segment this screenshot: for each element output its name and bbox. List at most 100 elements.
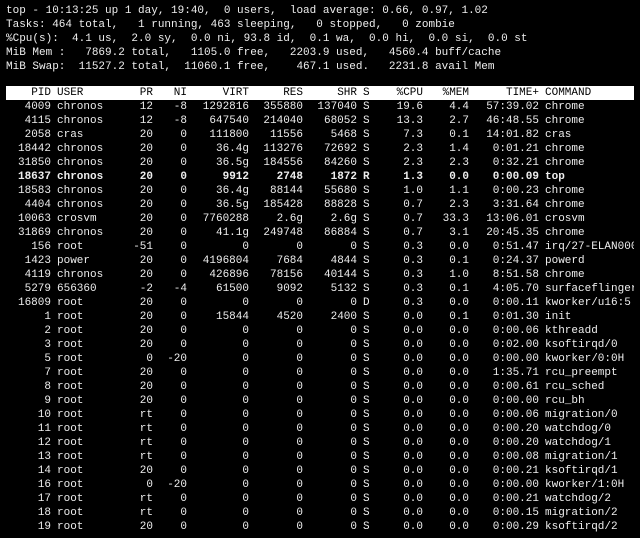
table-row[interactable]: 31869chronos20041.1g24974886884S0.73.120… [6,226,634,240]
col-pr[interactable]: PR [120,86,156,100]
table-row[interactable]: 18rootrt0000S0.00.00:00.15migration/2 [6,506,634,520]
cell-pr: 20 [120,324,156,338]
table-row[interactable]: 1root2001584445202400S0.00.10:01.30init [6,310,634,324]
cell-user: chronos [54,100,120,114]
table-row[interactable]: 16root0-20000S0.00.00:00.00kworker/1:0H [6,478,634,492]
cell-cmd: surfaceflinger [542,282,634,296]
cell-ni: 0 [156,324,190,338]
cell-mem: 4.4 [426,100,472,114]
cell-res: 0 [252,408,306,422]
cell-virt: 0 [190,366,252,380]
cell-cmd: chrome [542,156,634,170]
cell-cmd: migration/0 [542,408,634,422]
col-cmd[interactable]: COMMAND [542,86,634,100]
cell-pid: 16 [6,478,54,492]
cell-shr: 5132 [306,282,360,296]
cell-mem: 3.1 [426,226,472,240]
cell-mem: 0.0 [426,394,472,408]
table-row[interactable]: 2058cras200111800115565468S7.30.114:01.8… [6,128,634,142]
col-ni[interactable]: NI [156,86,190,100]
table-row[interactable]: 7root200000S0.00.01:35.71rcu_preempt [6,366,634,380]
table-row[interactable]: 1423power200419680476844844S0.30.10:24.3… [6,254,634,268]
cell-time: 0:00.06 [472,408,542,422]
cell-time: 0:00.11 [472,296,542,310]
table-row[interactable]: 12rootrt0000S0.00.00:00.20watchdog/1 [6,436,634,450]
col-res[interactable]: RES [252,86,306,100]
table-row[interactable]: 2root200000S0.00.00:00.06kthreadd [6,324,634,338]
cell-pr: 20 [120,226,156,240]
cell-ni: -20 [156,352,190,366]
col-mem[interactable]: %MEM [426,86,472,100]
cell-time: 0:51.47 [472,240,542,254]
table-row[interactable]: 8root200000S0.00.00:00.61rcu_sched [6,380,634,394]
table-row[interactable]: 31850chronos20036.5g18455684260S2.32.30:… [6,156,634,170]
table-row[interactable]: 3root200000S0.00.00:02.00ksoftirqd/0 [6,338,634,352]
col-virt[interactable]: VIRT [190,86,252,100]
cell-virt: 36.4g [190,142,252,156]
table-row[interactable]: 5root0-20000S0.00.00:00.00kworker/0:0H [6,352,634,366]
table-row[interactable]: 4119chronos2004268967815640144S0.31.08:5… [6,268,634,282]
cell-time: 0:00.15 [472,506,542,520]
col-user[interactable]: USER [54,86,120,100]
cell-pr: 20 [120,212,156,226]
col-shr[interactable]: SHR [306,86,360,100]
table-header-row[interactable]: PID USER PR NI VIRT RES SHR S %CPU %MEM … [6,86,634,100]
table-row[interactable]: 18583chronos20036.4g8814455680S1.01.10:0… [6,184,634,198]
col-time[interactable]: TIME+ [472,86,542,100]
table-row[interactable]: 4009chronos12-81292816355880137040S19.64… [6,100,634,114]
cell-mem: 0.0 [426,506,472,520]
table-row[interactable]: 18637chronos200991227481872R1.30.00:00.0… [6,170,634,184]
cell-ni: 0 [156,128,190,142]
cell-virt: 0 [190,422,252,436]
table-row[interactable]: 18442chronos20036.4g11327672692S2.31.40:… [6,142,634,156]
cell-cpu: 0.0 [380,520,426,534]
table-row[interactable]: 9root200000S0.00.00:00.00rcu_bh [6,394,634,408]
cell-pr: 20 [120,338,156,352]
cell-user: root [54,338,120,352]
cell-ni: 0 [156,156,190,170]
cell-cmd: rcu_preempt [542,366,634,380]
process-table[interactable]: PID USER PR NI VIRT RES SHR S %CPU %MEM … [6,86,634,534]
cell-user: root [54,450,120,464]
cell-mem: 1.1 [426,184,472,198]
cell-virt: 7760288 [190,212,252,226]
table-row[interactable]: 19root200000S0.00.00:00.29ksoftirqd/2 [6,520,634,534]
table-row[interactable]: 11rootrt0000S0.00.00:00.20watchdog/0 [6,422,634,436]
cell-shr: 55680 [306,184,360,198]
cell-s: S [360,114,380,128]
cell-virt: 36.4g [190,184,252,198]
cell-cpu: 1.0 [380,184,426,198]
table-row[interactable]: 156root-510000S0.30.00:51.47irq/27-ELAN0… [6,240,634,254]
table-row[interactable]: 10063crosvm20077602882.6g2.6gS0.733.313:… [6,212,634,226]
table-row[interactable]: 5279656360-2-46150090925132S0.30.14:05.7… [6,282,634,296]
table-row[interactable]: 4404chronos20036.5g18542888828S0.72.33:3… [6,198,634,212]
cell-s: D [360,296,380,310]
col-cpu[interactable]: %CPU [380,86,426,100]
cell-ni: 0 [156,506,190,520]
cell-pid: 5279 [6,282,54,296]
table-row[interactable]: 13rootrt0000S0.00.00:00.08migration/1 [6,450,634,464]
cell-res: 0 [252,240,306,254]
cell-pr: 20 [120,464,156,478]
cell-time: 0:00.21 [472,464,542,478]
cell-virt: 15844 [190,310,252,324]
cell-shr: 0 [306,338,360,352]
cell-pid: 4009 [6,100,54,114]
cell-mem: 2.3 [426,156,472,170]
cell-cpu: 0.0 [380,422,426,436]
cell-res: 185428 [252,198,306,212]
cell-virt: 0 [190,240,252,254]
cell-shr: 4844 [306,254,360,268]
table-row[interactable]: 16809root200000D0.30.00:00.11kworker/u16… [6,296,634,310]
table-row[interactable]: 4115chronos12-864754021404068052S13.32.7… [6,114,634,128]
col-s[interactable]: S [360,86,380,100]
table-row[interactable]: 10rootrt0000S0.00.00:00.06migration/0 [6,408,634,422]
table-row[interactable]: 14root200000S0.00.00:00.21ksoftirqd/1 [6,464,634,478]
cell-user: chronos [54,184,120,198]
cell-res: 0 [252,366,306,380]
table-row[interactable]: 17rootrt0000S0.00.00:00.21watchdog/2 [6,492,634,506]
col-pid[interactable]: PID [6,86,54,100]
cell-time: 46:48.55 [472,114,542,128]
cell-mem: 0.0 [426,492,472,506]
cell-ni: 0 [156,338,190,352]
